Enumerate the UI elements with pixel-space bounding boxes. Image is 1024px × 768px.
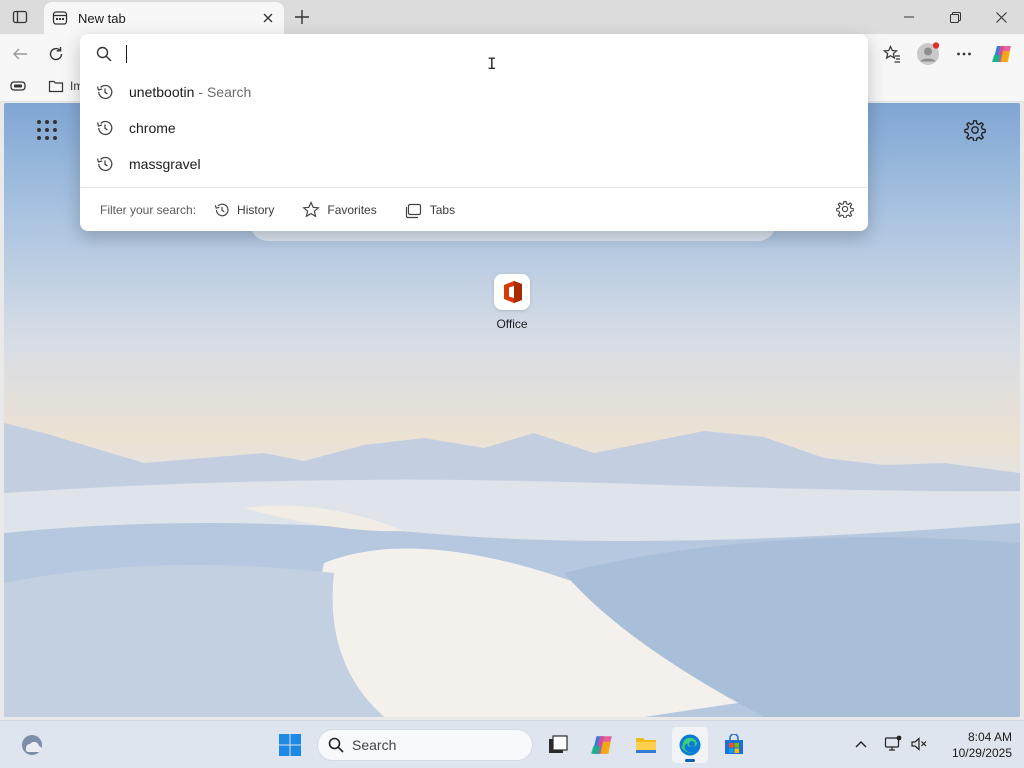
gear-icon <box>836 200 854 218</box>
file-explorer-button[interactable] <box>628 727 664 763</box>
close-tab-button[interactable] <box>260 10 276 26</box>
mouse-cursor-ibeam: I <box>487 54 497 73</box>
folder-icon <box>48 80 64 93</box>
collections-icon <box>10 81 26 91</box>
quick-link-office[interactable]: Office <box>482 274 542 331</box>
widgets-button[interactable] <box>20 733 44 757</box>
star-list-icon <box>883 45 900 63</box>
favorites-button[interactable] <box>878 40 906 68</box>
suggestion-item[interactable]: massgravel <box>80 146 868 182</box>
back-button[interactable] <box>6 40 34 68</box>
task-view-button[interactable] <box>540 727 576 763</box>
suggestion-text: chrome <box>129 120 176 136</box>
history-icon <box>96 156 113 172</box>
search-icon <box>96 46 112 62</box>
speaker-muted-icon <box>911 737 927 751</box>
tab-actions-button[interactable] <box>4 2 36 32</box>
office-icon <box>504 281 522 303</box>
search-settings-button[interactable] <box>836 200 854 218</box>
active-app-indicator <box>685 759 695 762</box>
close-icon <box>263 13 273 23</box>
filter-tabs-button[interactable]: Tabs <box>405 201 455 219</box>
suggestion-item[interactable]: unetbootin - Search <box>80 74 868 110</box>
settings-menu-button[interactable] <box>950 40 978 68</box>
app-launcher-grid-icon <box>37 120 57 140</box>
filter-tabs-label: Tabs <box>429 202 456 217</box>
weather-icon <box>22 735 42 755</box>
task-view-icon <box>549 735 568 753</box>
suggestion-item[interactable]: chrome <box>80 110 868 146</box>
clock-time: 8:04 AM <box>967 730 1012 744</box>
restore-button[interactable] <box>932 0 978 34</box>
gear-icon <box>964 120 986 141</box>
filter-label: Filter your search: <box>100 202 197 217</box>
minimize-button[interactable] <box>886 0 932 34</box>
chevron-up-icon <box>855 741 867 748</box>
history-icon <box>96 84 113 100</box>
start-button[interactable] <box>278 733 302 757</box>
refresh-button[interactable] <box>42 40 70 68</box>
avatar-icon <box>917 42 940 65</box>
new-tab-favicon-icon <box>52 11 68 25</box>
clock-date: 10/29/2025 <box>951 746 1012 760</box>
restore-icon <box>949 11 961 23</box>
taskbar-copilot-button[interactable] <box>584 727 620 763</box>
edge-icon <box>679 734 701 756</box>
suggestion-suffix: - Search <box>198 84 252 100</box>
minimize-icon <box>904 16 914 18</box>
folder-icon <box>636 738 656 753</box>
quick-link-label: Office <box>496 317 528 331</box>
filter-favorites-button[interactable]: Favorites <box>302 200 377 219</box>
favorites-bar-collections-button[interactable] <box>10 78 26 94</box>
address-input[interactable] <box>126 42 826 66</box>
windows-logo-icon <box>279 734 301 756</box>
quick-link-tile <box>494 274 530 310</box>
copilot-icon <box>591 736 612 754</box>
edge-taskbar-button[interactable] <box>672 727 708 763</box>
more-horizontal-icon <box>957 52 971 56</box>
refresh-icon <box>49 47 63 61</box>
new-tab-button[interactable] <box>290 5 314 29</box>
page-settings-button[interactable] <box>964 119 986 141</box>
search-filter-row: Filter your search: History Favorites Ta… <box>80 188 868 231</box>
history-icon <box>96 120 113 136</box>
filter-history-label: History <box>237 202 275 217</box>
tabs-icon <box>405 203 421 218</box>
network-button[interactable] <box>882 733 904 755</box>
suggestion-text: massgravel <box>129 156 201 172</box>
volume-button[interactable] <box>908 733 930 755</box>
close-icon <box>995 11 1007 23</box>
suggestion-text: unetbootin <box>129 84 195 100</box>
microsoft-store-button[interactable] <box>716 727 752 763</box>
star-icon <box>302 200 321 218</box>
taskbar-search-box[interactable]: Search <box>317 729 533 761</box>
address-bar[interactable] <box>80 34 868 74</box>
favorites-bar-item[interactable]: Im <box>48 78 83 94</box>
taskbar-search-placeholder: Search <box>352 737 397 753</box>
copilot-button[interactable] <box>988 40 1016 68</box>
landscape-background <box>4 423 1020 717</box>
address-bar-dropdown: unetbootin - Search chrome massgravel Fi… <box>80 34 868 231</box>
search-icon <box>328 737 344 753</box>
tab-title: New tab <box>78 10 126 26</box>
filter-favorites-label: Favorites <box>327 202 377 217</box>
network-icon <box>884 735 902 751</box>
profile-button[interactable] <box>914 40 942 68</box>
history-icon <box>214 203 229 216</box>
taskbar: Search 8:04 AM 10/29/2025 <box>0 720 1024 768</box>
copilot-icon <box>992 46 1011 62</box>
filter-history-button[interactable]: History <box>214 202 274 218</box>
app-launcher-button[interactable] <box>36 119 58 141</box>
tab-new-tab[interactable]: New tab <box>44 2 284 34</box>
tab-actions-icon <box>12 10 28 24</box>
back-arrow-icon <box>13 48 27 60</box>
close-window-button[interactable] <box>978 0 1024 34</box>
show-hidden-icons-button[interactable] <box>850 733 872 755</box>
clock[interactable]: 8:04 AM 10/29/2025 <box>934 729 1012 761</box>
store-icon <box>725 734 743 754</box>
title-bar: New tab <box>0 0 1024 34</box>
plus-icon <box>295 10 309 24</box>
